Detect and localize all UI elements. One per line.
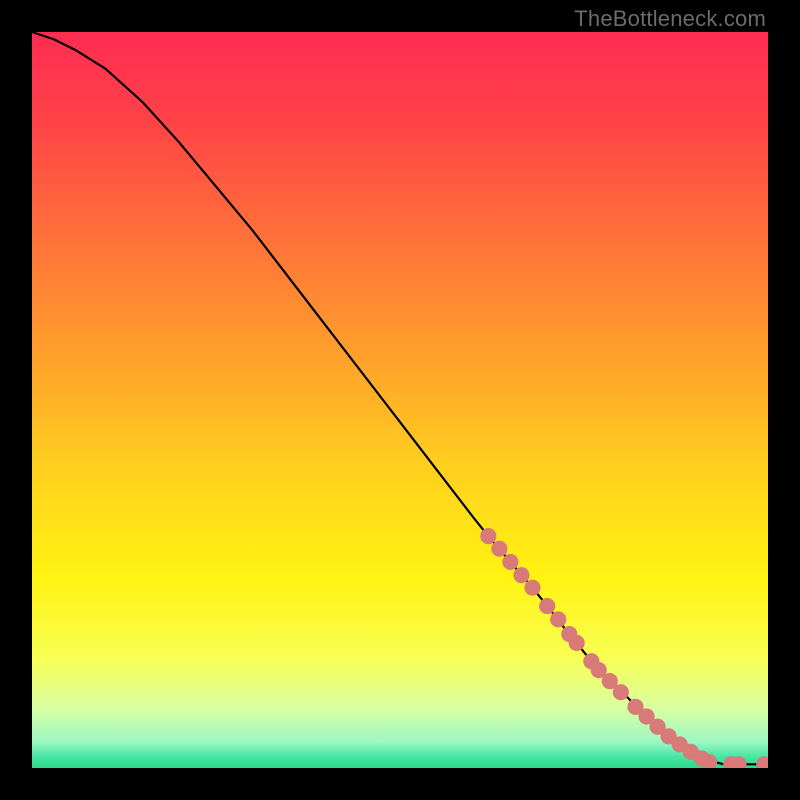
curve-marker bbox=[550, 611, 566, 627]
curve-marker bbox=[569, 635, 585, 651]
gradient-background bbox=[32, 32, 768, 768]
curve-marker bbox=[491, 541, 507, 557]
curve-marker bbox=[513, 567, 529, 583]
curve-marker bbox=[524, 580, 540, 596]
chart-stage: TheBottleneck.com bbox=[0, 0, 800, 800]
plot-area bbox=[32, 32, 768, 768]
curve-marker bbox=[480, 528, 496, 544]
bottleneck-chart bbox=[32, 32, 768, 768]
curve-marker bbox=[539, 598, 555, 614]
curve-marker bbox=[502, 554, 518, 570]
watermark-text: TheBottleneck.com bbox=[574, 6, 766, 32]
curve-marker bbox=[613, 684, 629, 700]
